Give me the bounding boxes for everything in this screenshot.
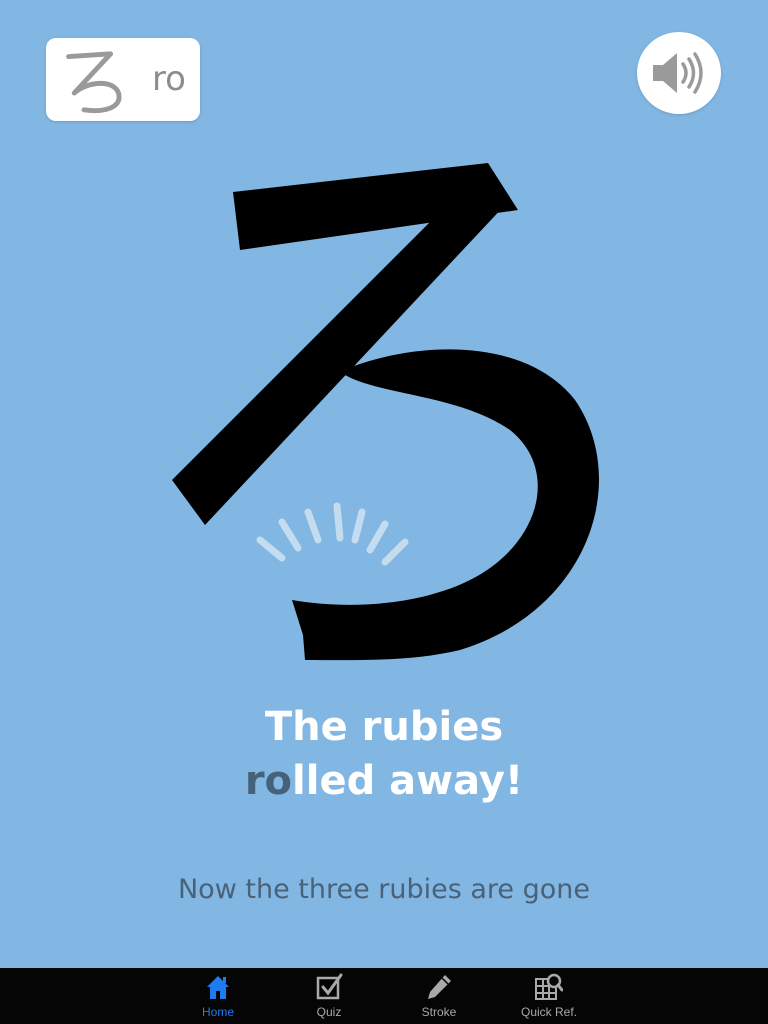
mnemonic-caption: Now the three rubies are gone bbox=[177, 874, 591, 905]
tab-quiz[interactable]: Quiz bbox=[281, 968, 377, 1024]
tab-home[interactable]: Home bbox=[170, 968, 266, 1024]
checkbox-icon bbox=[316, 973, 343, 1000]
tab-stroke-label: Stroke bbox=[421, 1005, 457, 1019]
tab-quick-ref-label: Quick Ref. bbox=[520, 1005, 577, 1019]
sparkle-marks bbox=[256, 502, 409, 566]
tab-bar: Home Quiz Stroke Quick Ref. bbox=[0, 968, 768, 1024]
mnemonic-line-2: rolled away! bbox=[0, 754, 768, 808]
mnemonic-line-1: The rubies bbox=[264, 704, 504, 750]
kana-ro-thumbnail-icon bbox=[66, 51, 122, 114]
tab-home-label: Home bbox=[201, 1005, 234, 1019]
tab-quick-ref[interactable]: Quick Ref. bbox=[501, 968, 597, 1024]
home-icon bbox=[207, 976, 229, 999]
kana-romaji: ro bbox=[151, 59, 186, 99]
mnemonic-highlight: ro bbox=[244, 758, 293, 804]
grid-search-icon bbox=[535, 973, 563, 1000]
pencil-icon bbox=[428, 975, 451, 999]
lesson-screen: ro The rubies rolled away! Now the three… bbox=[0, 0, 768, 968]
kana-card[interactable]: ro bbox=[46, 38, 200, 121]
mnemonic-line-2-rest: lled away! bbox=[292, 758, 524, 804]
kana-ro-illustration bbox=[172, 163, 600, 661]
tab-stroke[interactable]: Stroke bbox=[391, 968, 487, 1024]
mnemonic-text: The rubies rolled away! bbox=[0, 700, 768, 808]
play-sound-button[interactable] bbox=[637, 32, 721, 114]
speaker-icon bbox=[653, 52, 703, 94]
tab-quiz-label: Quiz bbox=[316, 1005, 342, 1019]
